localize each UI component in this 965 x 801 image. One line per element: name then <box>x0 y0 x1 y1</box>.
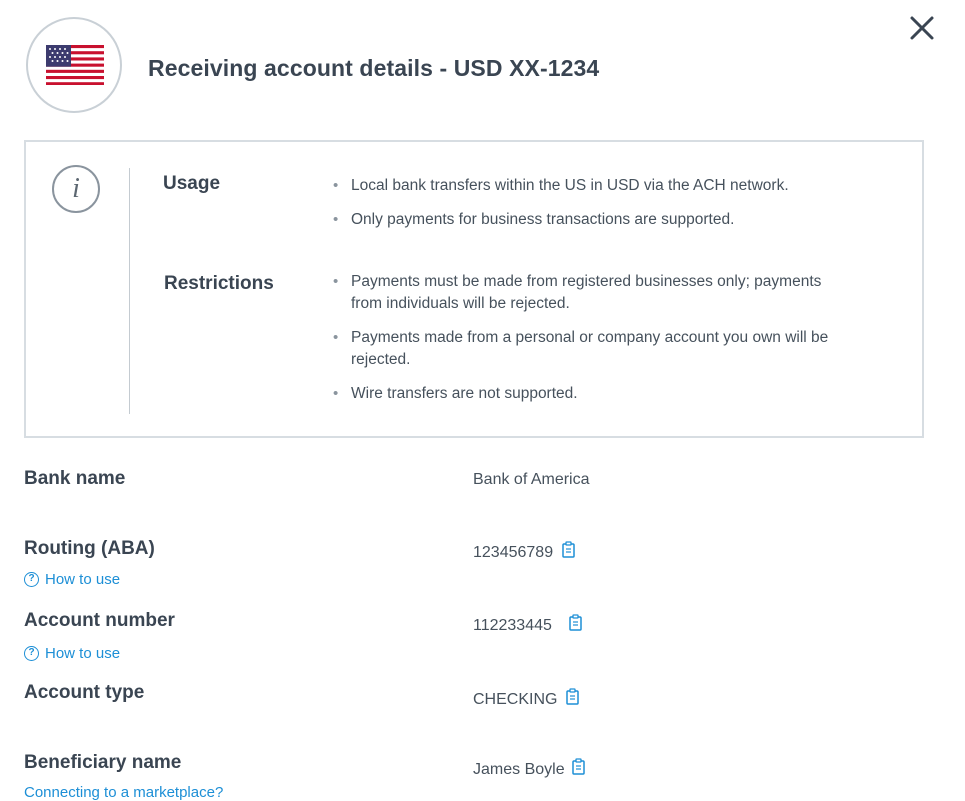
copy-icon[interactable] <box>565 688 581 711</box>
copy-icon[interactable] <box>571 758 587 781</box>
account-type: CHECKING <box>473 690 558 708</box>
restriction-item: Wire transfers are not supported. <box>331 383 891 405</box>
usage-label: Usage <box>163 173 221 194</box>
account-number-help-text: How to use <box>45 645 121 662</box>
close-icon <box>910 16 934 40</box>
copy-icon[interactable] <box>561 541 577 564</box>
beneficiary-value: James Boyle <box>473 758 587 781</box>
account-number-how-to-use-link[interactable]: ? How to use <box>24 645 120 662</box>
question-icon: ? <box>24 572 39 587</box>
usage-list: Local bank transfers within the US in US… <box>331 175 891 243</box>
routing-how-to-use-link[interactable]: ? How to use <box>24 571 120 588</box>
usage-item: Only payments for business transactions … <box>331 209 891 231</box>
account-type-value: CHECKING <box>473 688 581 711</box>
routing-number: 123456789 <box>473 543 554 561</box>
account-number-value: 112233445 <box>473 614 584 637</box>
beneficiary-name: James Boyle <box>473 760 565 778</box>
restrictions-label: Restrictions <box>164 273 274 294</box>
account-type-label: Account type <box>24 682 145 703</box>
page-title: Receiving account details - USD XX-1234 <box>148 55 600 81</box>
copy-icon[interactable] <box>568 614 584 637</box>
beneficiary-label: Beneficiary name <box>24 752 182 773</box>
info-icon: i <box>52 165 100 213</box>
bank-name-value: Bank of America <box>473 471 590 489</box>
info-panel: i Usage Local bank transfers within the … <box>24 140 924 438</box>
account-number: 112233445 <box>473 616 552 634</box>
us-flag-icon <box>46 45 104 85</box>
routing-value: 123456789 <box>473 541 577 564</box>
question-icon: ? <box>24 646 39 661</box>
account-number-label: Account number <box>24 610 175 631</box>
currency-flag <box>26 17 122 113</box>
usage-item: Local bank transfers within the US in US… <box>331 175 891 197</box>
restrictions-list: Payments must be made from registered bu… <box>331 271 891 417</box>
bank-name-text: Bank of America <box>473 471 590 488</box>
restriction-item: Payments made from a personal or company… <box>331 327 851 371</box>
close-button[interactable] <box>902 8 942 48</box>
routing-help-text: How to use <box>45 571 121 588</box>
restriction-item: Payments must be made from registered bu… <box>331 271 831 315</box>
info-divider <box>129 168 130 414</box>
bank-name-label: Bank name <box>24 468 126 489</box>
routing-label: Routing (ABA) <box>24 538 155 559</box>
marketplace-link[interactable]: Connecting to a marketplace? <box>24 784 223 801</box>
